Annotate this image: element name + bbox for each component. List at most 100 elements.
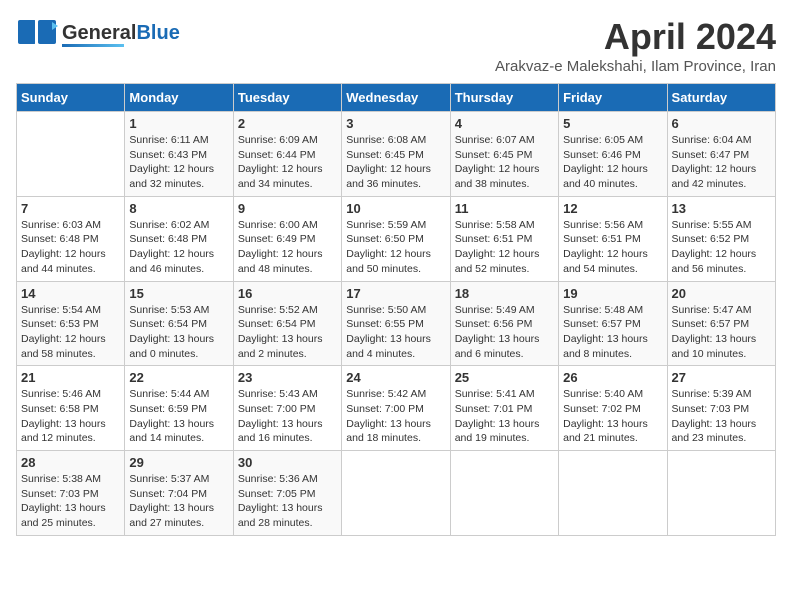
calendar-cell: 15 Sunrise: 5:53 AM Sunset: 6:54 PM Dayli… [125,281,233,366]
calendar-cell: 25 Sunrise: 5:41 AM Sunset: 7:01 PM Dayli… [450,366,558,451]
col-header-monday: Monday [125,84,233,112]
day-info: Sunrise: 5:44 AM Sunset: 6:59 PM Dayligh… [129,387,228,446]
calendar-cell: 17 Sunrise: 5:50 AM Sunset: 6:55 PM Dayli… [342,281,450,366]
calendar-week-row: 1Sunrise: 6:11 AM Sunset: 6:43 PM Daylig… [17,112,776,197]
day-number: 16 [238,286,337,301]
day-number: 10 [346,201,445,216]
day-info: Sunrise: 5:49 AM Sunset: 6:56 PM Dayligh… [455,303,554,362]
day-number: 19 [563,286,662,301]
calendar-cell [17,112,125,197]
calendar-cell: 23 Sunrise: 5:43 AM Sunset: 7:00 PM Dayli… [233,366,341,451]
day-number: 29 [129,455,228,470]
calendar-cell: 24 Sunrise: 5:42 AM Sunset: 7:00 PM Dayli… [342,366,450,451]
day-number: 18 [455,286,554,301]
calendar-cell: 5 Sunrise: 6:05 AM Sunset: 6:46 PM Daylig… [559,112,667,197]
day-number: 23 [238,370,337,385]
day-number: 22 [129,370,228,385]
day-number: 24 [346,370,445,385]
calendar-cell: 29Sunrise: 5:37 AM Sunset: 7:04 PM Dayli… [125,451,233,536]
calendar-cell: 30 Sunrise: 5:36 AM Sunset: 7:05 PM Dayli… [233,451,341,536]
page-header: GeneralBlue April 2024 Arakvaz-e Maleksh… [16,16,776,75]
day-info: Sunrise: 6:03 AM Sunset: 6:48 PM Dayligh… [21,218,120,277]
day-info: Sunrise: 5:36 AM Sunset: 7:05 PM Dayligh… [238,472,337,531]
day-number: 2 [238,116,337,131]
day-info: Sunrise: 6:00 AM Sunset: 6:49 PM Dayligh… [238,218,337,277]
day-info: Sunrise: 5:56 AM Sunset: 6:51 PM Dayligh… [563,218,662,277]
day-number: 17 [346,286,445,301]
day-info: Sunrise: 6:02 AM Sunset: 6:48 PM Dayligh… [129,218,228,277]
day-number: 6 [672,116,771,131]
day-number: 20 [672,286,771,301]
day-number: 21 [21,370,120,385]
calendar-cell: 21 Sunrise: 5:46 AM Sunset: 6:58 PM Dayli… [17,366,125,451]
calendar-cell: 10 Sunrise: 5:59 AM Sunset: 6:50 PM Dayli… [342,196,450,281]
day-info: Sunrise: 5:50 AM Sunset: 6:55 PM Dayligh… [346,303,445,362]
day-info: Sunrise: 6:04 AM Sunset: 6:47 PM Dayligh… [672,133,771,192]
day-info: Sunrise: 5:47 AM Sunset: 6:57 PM Dayligh… [672,303,771,362]
day-info: Sunrise: 5:59 AM Sunset: 6:50 PM Dayligh… [346,218,445,277]
day-number: 26 [563,370,662,385]
calendar-cell: 2 Sunrise: 6:09 AM Sunset: 6:44 PM Daylig… [233,112,341,197]
day-info: Sunrise: 5:52 AM Sunset: 6:54 PM Dayligh… [238,303,337,362]
day-info: Sunrise: 5:43 AM Sunset: 7:00 PM Dayligh… [238,387,337,446]
logo: GeneralBlue [16,16,180,52]
day-info: Sunrise: 6:09 AM Sunset: 6:44 PM Dayligh… [238,133,337,192]
calendar-cell: 4 Sunrise: 6:07 AM Sunset: 6:45 PM Daylig… [450,112,558,197]
calendar-cell: 26 Sunrise: 5:40 AM Sunset: 7:02 PM Dayli… [559,366,667,451]
day-info: Sunrise: 6:07 AM Sunset: 6:45 PM Dayligh… [455,133,554,192]
calendar-cell: 9 Sunrise: 6:00 AM Sunset: 6:49 PM Daylig… [233,196,341,281]
day-info: Sunrise: 6:05 AM Sunset: 6:46 PM Dayligh… [563,133,662,192]
calendar-cell: 7 Sunrise: 6:03 AM Sunset: 6:48 PM Daylig… [17,196,125,281]
day-info: Sunrise: 5:46 AM Sunset: 6:58 PM Dayligh… [21,387,120,446]
day-number: 5 [563,116,662,131]
calendar-cell [667,451,775,536]
col-header-sunday: Sunday [17,84,125,112]
day-info: Sunrise: 5:48 AM Sunset: 6:57 PM Dayligh… [563,303,662,362]
day-info: Sunrise: 5:38 AM Sunset: 7:03 PM Dayligh… [21,472,120,531]
col-header-friday: Friday [559,84,667,112]
calendar-cell [559,451,667,536]
day-info: Sunrise: 6:08 AM Sunset: 6:45 PM Dayligh… [346,133,445,192]
day-number: 8 [129,201,228,216]
calendar-cell: 1Sunrise: 6:11 AM Sunset: 6:43 PM Daylig… [125,112,233,197]
calendar-cell: 16 Sunrise: 5:52 AM Sunset: 6:54 PM Dayli… [233,281,341,366]
calendar-week-row: 28 Sunrise: 5:38 AM Sunset: 7:03 PM Dayli… [17,451,776,536]
day-number: 9 [238,201,337,216]
col-header-tuesday: Tuesday [233,84,341,112]
day-number: 7 [21,201,120,216]
day-number: 15 [129,286,228,301]
title-block: April 2024 Arakvaz-e Malekshahi, Ilam Pr… [495,16,776,75]
calendar-header-row: SundayMondayTuesdayWednesdayThursdayFrid… [17,84,776,112]
day-info: Sunrise: 5:58 AM Sunset: 6:51 PM Dayligh… [455,218,554,277]
calendar-cell: 27Sunrise: 5:39 AM Sunset: 7:03 PM Dayli… [667,366,775,451]
logo-text: GeneralBlue [62,22,180,44]
day-number: 4 [455,116,554,131]
day-info: Sunrise: 5:39 AM Sunset: 7:03 PM Dayligh… [672,387,771,446]
calendar-week-row: 7 Sunrise: 6:03 AM Sunset: 6:48 PM Daylig… [17,196,776,281]
calendar-cell: 19 Sunrise: 5:48 AM Sunset: 6:57 PM Dayli… [559,281,667,366]
day-number: 30 [238,455,337,470]
location-title: Arakvaz-e Malekshahi, Ilam Province, Ira… [495,58,776,75]
calendar-cell: 14Sunrise: 5:54 AM Sunset: 6:53 PM Dayli… [17,281,125,366]
day-info: Sunrise: 5:53 AM Sunset: 6:54 PM Dayligh… [129,303,228,362]
day-number: 1 [129,116,228,131]
day-number: 13 [672,201,771,216]
col-header-saturday: Saturday [667,84,775,112]
day-info: Sunrise: 5:42 AM Sunset: 7:00 PM Dayligh… [346,387,445,446]
col-header-wednesday: Wednesday [342,84,450,112]
calendar-cell: 11 Sunrise: 5:58 AM Sunset: 6:51 PM Dayli… [450,196,558,281]
day-number: 11 [455,201,554,216]
calendar-cell: 12Sunrise: 5:56 AM Sunset: 6:51 PM Dayli… [559,196,667,281]
day-info: Sunrise: 5:41 AM Sunset: 7:01 PM Dayligh… [455,387,554,446]
logo-icon [16,16,60,52]
calendar-table: SundayMondayTuesdayWednesdayThursdayFrid… [16,83,776,536]
day-info: Sunrise: 5:55 AM Sunset: 6:52 PM Dayligh… [672,218,771,277]
day-number: 25 [455,370,554,385]
calendar-cell [450,451,558,536]
calendar-cell: 18 Sunrise: 5:49 AM Sunset: 6:56 PM Dayli… [450,281,558,366]
calendar-week-row: 21 Sunrise: 5:46 AM Sunset: 6:58 PM Dayli… [17,366,776,451]
day-info: Sunrise: 5:40 AM Sunset: 7:02 PM Dayligh… [563,387,662,446]
calendar-cell: 8 Sunrise: 6:02 AM Sunset: 6:48 PM Daylig… [125,196,233,281]
calendar-cell: 6 Sunrise: 6:04 AM Sunset: 6:47 PM Daylig… [667,112,775,197]
day-number: 28 [21,455,120,470]
